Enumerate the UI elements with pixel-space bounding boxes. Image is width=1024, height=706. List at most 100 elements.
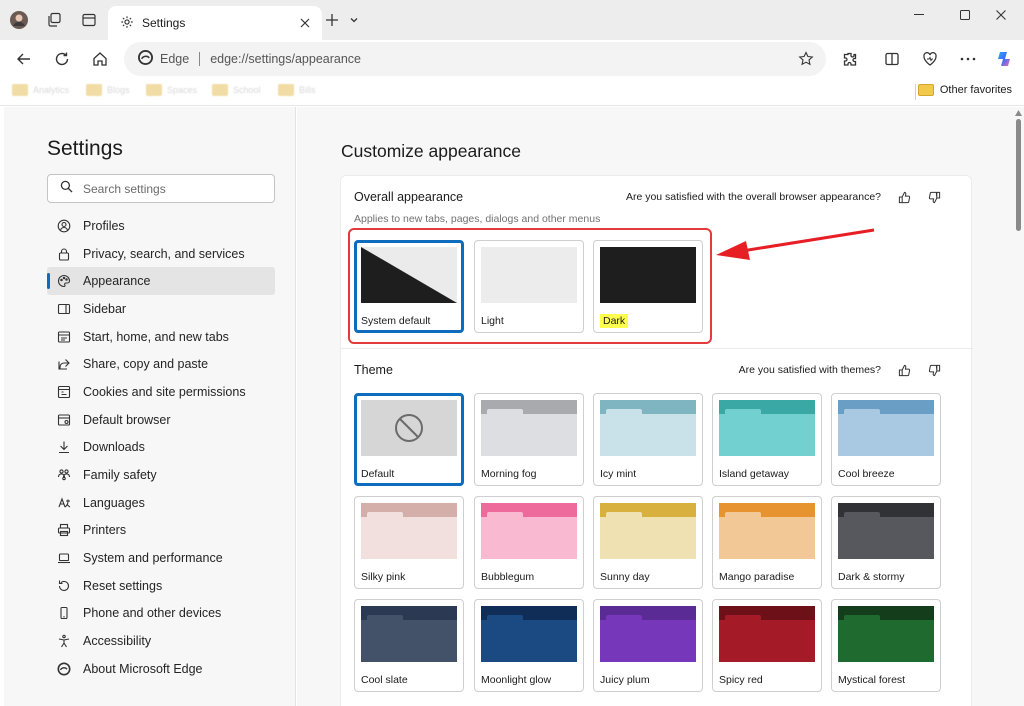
favorite-folder[interactable]: Blogs — [86, 84, 130, 96]
theme-label: Morning fog — [481, 468, 537, 480]
sidebar-item-appearance[interactable]: Appearance — [47, 267, 275, 296]
theme-tile-mango-paradise[interactable]: Mango paradise — [712, 496, 822, 589]
thumbs-down-icon[interactable] — [927, 363, 941, 377]
sidebar-item-about-microsoft-edge[interactable]: About Microsoft Edge — [47, 655, 275, 683]
scroll-thumb[interactable] — [1016, 119, 1021, 231]
sidebar-item-phone-and-other-devices[interactable]: Phone and other devices — [47, 600, 275, 628]
minimize-icon[interactable] — [896, 0, 942, 30]
home-tabs-icon — [57, 330, 71, 344]
sidebar-item-accessibility[interactable]: Accessibility — [47, 627, 275, 655]
sidebar-item-system-and-performance[interactable]: System and performance — [47, 544, 275, 572]
sidebar-item-family-safety[interactable]: Family safety — [47, 461, 275, 489]
sidebar-item-privacy-search-and-services[interactable]: Privacy, search, and services — [47, 240, 275, 268]
sidebar-item-languages[interactable]: Languages — [47, 489, 275, 517]
vertical-tabs-icon[interactable] — [79, 10, 99, 30]
theme-tile-bubblegum[interactable]: Bubblegum — [474, 496, 584, 589]
theme-feedback-question: Are you satisfied with themes? — [738, 364, 881, 376]
browser-essentials-icon[interactable] — [918, 47, 942, 71]
page-scrollbar[interactable] — [1013, 107, 1024, 706]
close-window-icon[interactable] — [978, 0, 1024, 30]
theme-feedback: Are you satisfied with themes? — [739, 363, 941, 377]
cookie-icon — [57, 385, 71, 399]
sidebar-item-share-copy-and-paste[interactable]: Share, copy and paste — [47, 350, 275, 378]
search-box[interactable] — [47, 174, 275, 203]
folder-icon — [86, 84, 102, 96]
favorite-folder[interactable]: Bills — [278, 84, 316, 96]
profile-avatar-icon[interactable] — [9, 10, 29, 30]
split-screen-icon[interactable] — [880, 47, 904, 71]
thumbs-up-icon[interactable] — [897, 363, 911, 377]
sidebar-item-default-browser[interactable]: Default browser — [47, 406, 275, 434]
theme-tile-cool-breeze[interactable]: Cool breeze — [831, 393, 941, 486]
laptop-icon — [57, 551, 71, 565]
theme-label: Sunny day — [600, 571, 650, 583]
theme-tile-moonlight-glow[interactable]: Moonlight glow — [474, 599, 584, 692]
theme-tile-mystical-forest[interactable]: Mystical forest — [831, 599, 941, 692]
theme-preview — [600, 400, 696, 456]
language-icon — [57, 496, 71, 510]
favorite-folder[interactable]: School — [212, 84, 261, 96]
theme-preview — [481, 503, 577, 559]
light-preview — [481, 247, 577, 303]
copilot-icon[interactable] — [993, 47, 1017, 71]
other-favorites[interactable]: Other favorites — [917, 84, 1012, 96]
theme-tile-icy-mint[interactable]: Icy mint — [593, 393, 703, 486]
page-title: Customize appearance — [341, 141, 521, 161]
theme-preview — [361, 606, 457, 662]
thumbs-down-icon[interactable] — [927, 190, 941, 204]
appearance-option-dark[interactable]: Dark — [593, 240, 703, 333]
theme-tile-island-getaway[interactable]: Island getaway — [712, 393, 822, 486]
search-input[interactable] — [83, 181, 263, 196]
sidebar-item-label: Share, copy and paste — [83, 357, 209, 372]
theme-tile-sunny-day[interactable]: Sunny day — [593, 496, 703, 589]
favorite-folder[interactable]: Analytics — [12, 84, 69, 96]
favorite-folder[interactable]: Spaces — [146, 84, 197, 96]
appearance-option-light[interactable]: Light — [474, 240, 584, 333]
theme-label: Cool breeze — [838, 468, 895, 480]
workspaces-icon[interactable] — [44, 10, 64, 30]
theme-tile-dark-stormy[interactable]: Dark & stormy — [831, 496, 941, 589]
favorites-separator — [915, 84, 916, 100]
back-arrow-icon[interactable] — [12, 47, 36, 71]
tab-settings[interactable]: Settings — [108, 6, 322, 40]
sidebar-item-sidebar[interactable]: Sidebar — [47, 295, 275, 323]
sidebar-item-label: Appearance — [83, 274, 151, 289]
appearance-option-label: Dark — [600, 314, 629, 328]
printer-icon — [57, 523, 71, 537]
more-options-icon[interactable] — [956, 47, 980, 71]
home-icon[interactable] — [88, 47, 112, 71]
sidebar-item-label: System and performance — [83, 551, 223, 566]
overall-appearance-title: Overall appearance — [354, 190, 464, 204]
close-tab-icon[interactable] — [294, 12, 316, 34]
sidebar-item-start-home-and-new-tabs[interactable]: Start, home, and new tabs — [47, 323, 275, 351]
new-tab-icon[interactable] — [322, 10, 342, 30]
address-bar[interactable]: Edge edge://settings/appearance — [124, 42, 826, 76]
sidebar-item-profiles[interactable]: Profiles — [47, 212, 275, 240]
theme-tile-juicy-plum[interactable]: Juicy plum — [593, 599, 703, 692]
theme-tile-silky-pink[interactable]: Silky pink — [354, 496, 464, 589]
refresh-icon[interactable] — [50, 47, 74, 71]
theme-tile-spicy-red[interactable]: Spicy red — [712, 599, 822, 692]
thumbs-up-icon[interactable] — [897, 190, 911, 204]
theme-tile-morning-fog[interactable]: Morning fog — [474, 393, 584, 486]
favorite-star-icon[interactable] — [798, 51, 814, 67]
theme-preview — [838, 606, 934, 662]
scroll-up-icon[interactable] — [1015, 110, 1022, 116]
extensions-icon[interactable] — [838, 47, 862, 71]
sidebar-item-cookies-and-site-permissions[interactable]: Cookies and site permissions — [47, 378, 275, 406]
appearance-option-system-default[interactable]: System default — [354, 240, 464, 333]
sidebar-item-downloads[interactable]: Downloads — [47, 434, 275, 462]
theme-label: Juicy plum — [600, 674, 650, 686]
sidebar-item-label: Start, home, and new tabs — [83, 329, 229, 344]
sidebar-item-printers[interactable]: Printers — [47, 517, 275, 545]
theme-label: Mystical forest — [838, 674, 906, 686]
folder-icon — [12, 84, 28, 96]
theme-tile-default[interactable]: Default — [354, 393, 464, 486]
theme-tile-cool-slate[interactable]: Cool slate — [354, 599, 464, 692]
theme-label: Mango paradise — [719, 571, 795, 583]
lock-icon — [57, 247, 71, 261]
chevron-down-icon[interactable] — [344, 10, 364, 30]
url-text[interactable]: edge://settings/appearance — [210, 52, 361, 66]
folder-icon — [278, 84, 294, 96]
sidebar-item-reset-settings[interactable]: Reset settings — [47, 572, 275, 600]
